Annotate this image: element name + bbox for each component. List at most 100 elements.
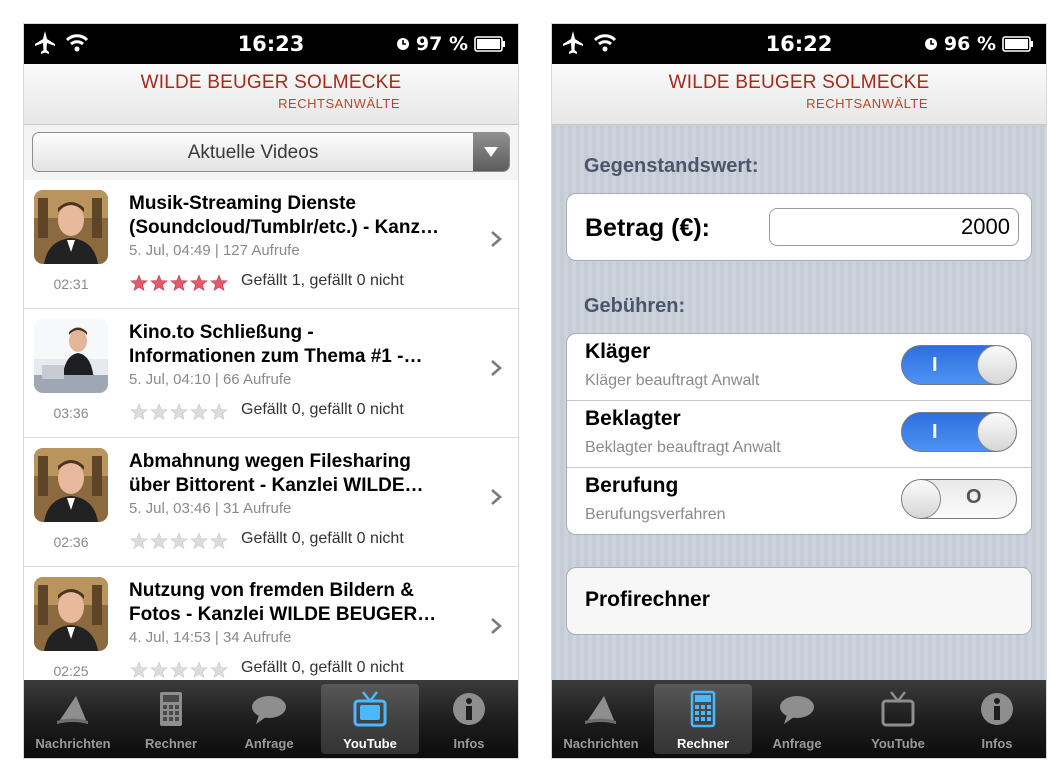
battery-percent: 96 % [943, 33, 996, 55]
video-title: Kino.to Schließung - Informationen zum T… [129, 322, 423, 367]
video-row[interactable]: 02:36 Abmahnung wegen Filesharing über B… [24, 438, 518, 567]
rating-stars [130, 404, 228, 420]
video-likes: Gefällt 0, gefällt 0 nicht [241, 530, 404, 547]
rating-stars [130, 662, 228, 678]
chevron-down-icon [484, 147, 498, 157]
star-icon [210, 275, 228, 291]
video-row[interactable]: 02:31 Musik-Streaming Dienste (Soundclou… [24, 180, 518, 309]
video-row[interactable]: 02:25 Nutzung von fremden Bildern & Foto… [24, 567, 518, 696]
tab-rechner[interactable]: Rechner [654, 684, 752, 754]
chevron-right-icon [491, 360, 502, 376]
berufung-toggle[interactable]: O [901, 479, 1017, 519]
calculator-form: Gegenstandswert: Betrag (€): 2000 Gebühr… [552, 125, 1046, 680]
beklagter-toggle[interactable]: I [901, 412, 1017, 452]
video-title: Nutzung von fremden Bildern & Fotos - Ka… [129, 580, 437, 625]
video-list: 02:31 Musik-Streaming Dienste (Soundclou… [24, 180, 518, 696]
star-icon [190, 533, 208, 549]
firm-name: WILDE BEUGER SOLMECKE [668, 72, 930, 93]
tab-rechner[interactable]: Rechner [122, 680, 220, 758]
video-duration: 03:36 [53, 405, 89, 421]
tab-nachrichten[interactable]: Nachrichten [24, 680, 122, 758]
star-icon [130, 404, 148, 420]
tab-youtube[interactable]: YouTube [321, 684, 419, 754]
tab-nachrichten[interactable]: Nachrichten [552, 680, 650, 758]
star-icon [190, 275, 208, 291]
fee-row-berufung: Berufung Berufungsverfahren O [567, 468, 1031, 534]
tab-anfrage[interactable]: Anfrage [220, 680, 318, 758]
app-header: WILDE BEUGER SOLMECKE RECHTSANWÄLTE [24, 64, 518, 125]
section-label-gegenstandswert: Gegenstandswert: [584, 155, 759, 177]
star-icon [130, 662, 148, 678]
rating-stars [130, 533, 228, 549]
video-duration: 02:36 [53, 534, 89, 550]
tab-infos[interactable]: Infos [948, 680, 1046, 758]
rating-stars [130, 275, 228, 291]
video-likes: Gefällt 1, gefällt 0 nicht [241, 272, 404, 289]
speech-bubble-icon [780, 696, 814, 724]
megaphone-icon [57, 696, 88, 724]
video-thumbnail [34, 190, 108, 264]
star-icon [210, 533, 228, 549]
betrag-group: Betrag (€): 2000 [566, 193, 1032, 261]
calculator-icon [690, 690, 716, 728]
profirechner-label: Profirechner [585, 588, 710, 611]
betrag-label: Betrag (€): [585, 214, 711, 242]
video-meta: 5. Jul, 03:46 | 31 Aufrufe [129, 500, 292, 517]
section-label-gebuehren: Gebühren: [584, 295, 686, 317]
star-icon [190, 662, 208, 678]
info-icon [453, 693, 485, 725]
star-icon [210, 662, 228, 678]
app-header: WILDE BEUGER SOLMECKE RECHTSANWÄLTE [552, 64, 1046, 125]
video-thumbnail [34, 577, 108, 651]
tab-bar: Nachrichten Rechner Anfrage YouTube Info… [24, 680, 518, 758]
tab-anfrage[interactable]: Anfrage [748, 680, 846, 758]
megaphone-icon [585, 696, 616, 724]
fee-row-klaeger: Kläger Kläger beauftragt Anwalt I [567, 334, 1031, 401]
calculator-icon [160, 692, 182, 726]
speech-bubble-icon [252, 696, 286, 724]
tab-bar: Nachrichten Rechner Anfrage YouTube Info… [552, 680, 1046, 758]
status-bar: 16:22 96 % [552, 24, 1046, 64]
dropdown-selected-value: Aktuelle Videos [187, 142, 319, 163]
video-filter-dropdown[interactable]: Aktuelle Videos [32, 132, 510, 172]
star-icon [170, 662, 188, 678]
status-bar: 16:23 97 % [24, 24, 518, 64]
profirechner-button[interactable]: Profirechner [566, 567, 1032, 635]
video-duration: 02:25 [53, 663, 89, 679]
tab-infos[interactable]: Infos [420, 680, 518, 758]
fees-group: Kläger Kläger beauftragt Anwalt I Beklag… [566, 333, 1032, 535]
firm-subtitle: RECHTSANWÄLTE [278, 96, 400, 111]
star-icon [210, 404, 228, 420]
video-meta: 5. Jul, 04:49 | 127 Aufrufe [129, 242, 300, 259]
info-icon [981, 693, 1013, 725]
star-icon [190, 404, 208, 420]
fee-row-beklagter: Beklagter Beklagter beauftragt Anwalt I [567, 401, 1031, 468]
dropdown-arrow[interactable] [473, 133, 509, 171]
chevron-right-icon [491, 489, 502, 505]
star-icon [170, 533, 188, 549]
tv-icon [881, 691, 915, 727]
chevron-right-icon [491, 231, 502, 247]
star-icon [130, 275, 148, 291]
star-icon [150, 275, 168, 291]
firm-name: WILDE BEUGER SOLMECKE [140, 72, 402, 93]
klaeger-toggle[interactable]: I [901, 345, 1017, 385]
battery-icon [1002, 36, 1033, 52]
star-icon [130, 533, 148, 549]
clock-icon [924, 38, 937, 50]
video-meta: 4. Jul, 14:53 | 34 Aufrufe [129, 629, 292, 646]
battery-percent: 97 % [415, 33, 468, 55]
youtube-screen: 16:23 97 % WILDE BEUGER SOLMECKE RECHTSA… [24, 24, 518, 758]
video-title: Musik-Streaming Dienste (Soundcloud/Tumb… [129, 193, 439, 238]
betrag-input[interactable]: 2000 [769, 208, 1019, 246]
chevron-right-icon [491, 618, 502, 634]
star-icon [170, 275, 188, 291]
tab-youtube[interactable]: YouTube [849, 680, 947, 758]
video-thumbnail [34, 448, 108, 522]
star-icon [150, 533, 168, 549]
video-row[interactable]: 03:36 Kino.to Schließung - Informationen… [24, 309, 518, 438]
firm-subtitle: RECHTSANWÄLTE [806, 96, 928, 111]
video-likes: Gefällt 0, gefällt 0 nicht [241, 401, 404, 418]
battery-icon [474, 36, 505, 52]
video-likes: Gefällt 0, gefällt 0 nicht [241, 659, 404, 676]
